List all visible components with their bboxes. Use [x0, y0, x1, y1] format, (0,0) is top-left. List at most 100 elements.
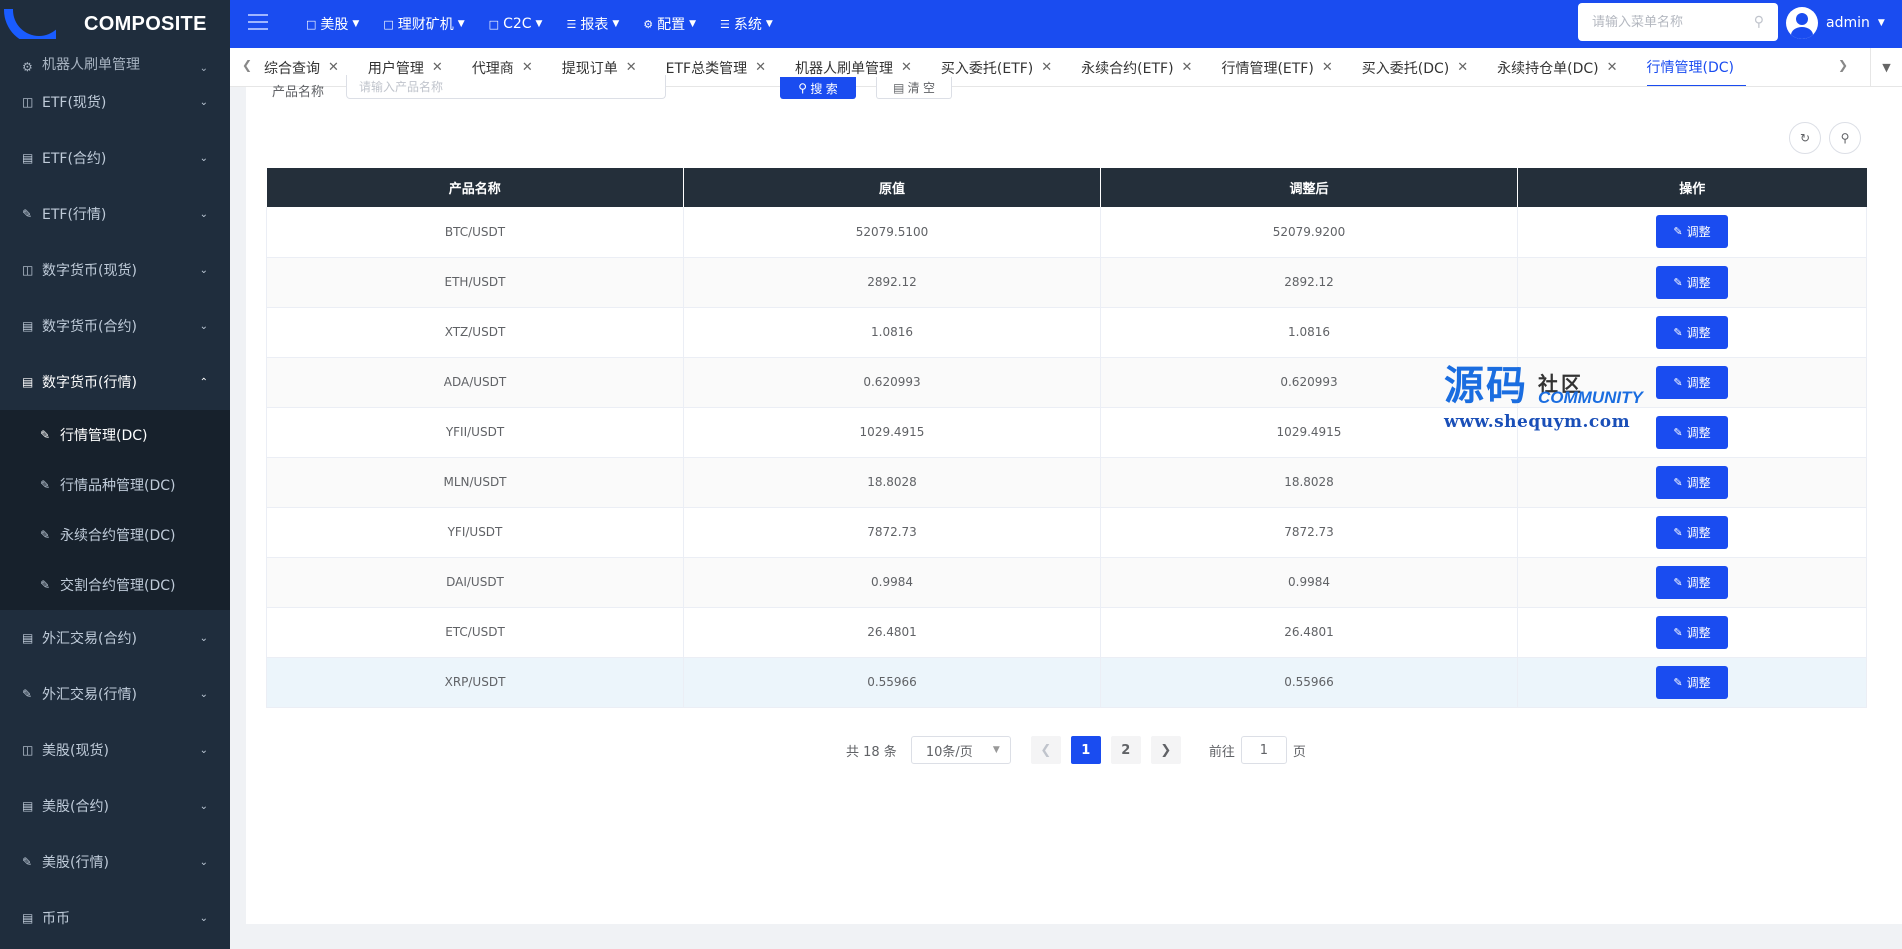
topnav-config[interactable]: ⚙ 配置 ▼: [643, 14, 696, 34]
table-row: YFI/USDT 7872.73 7872.73 ✎ 调整: [266, 507, 1867, 558]
search-icon[interactable]: ⚲: [1754, 14, 1764, 30]
sidebar-item-coin[interactable]: ▤ 币币 ⌄: [0, 890, 230, 946]
cell-adjusted-value: 26.4801: [1100, 607, 1518, 658]
adjust-button[interactable]: ✎ 调整: [1656, 615, 1728, 649]
topnav-system[interactable]: ☰ 系统 ▼: [720, 14, 773, 34]
chevron-down-icon: ⌄: [199, 800, 208, 812]
sidebar-item-dc-market[interactable]: ▤ 数字货币(行情) ⌃: [0, 354, 230, 410]
topnav-c2c[interactable]: □ C2C ▼: [489, 16, 543, 32]
sidebar-subitem-delivery-dc[interactable]: ✎ 交割合约管理(DC): [0, 560, 230, 610]
cell-actions: ✎ 调整: [1517, 407, 1867, 458]
pagination: 共 18 条 10条/页▼ ❮ 1 2 ❯ 前往 页: [846, 736, 1306, 764]
close-icon[interactable]: ✕: [1182, 60, 1193, 75]
page-button-1[interactable]: 1: [1070, 736, 1101, 764]
col-header-product: 产品名称: [266, 168, 684, 207]
adjust-button[interactable]: ✎ 调整: [1656, 315, 1728, 349]
adjust-button[interactable]: ✎ 调整: [1656, 265, 1728, 299]
trash-icon: ▤: [892, 80, 908, 95]
cell-actions: ✎ 调整: [1517, 657, 1867, 708]
col-header-actions: 操作: [1517, 168, 1867, 207]
doc-icon: □: [488, 17, 500, 31]
sidebar-subitem-symbol-dc[interactable]: ✎ 行情品种管理(DC): [0, 460, 230, 510]
sidebar: ⚙ 机器人刷单管理 ⌄ ◫ ETF(现货) ⌄ ▤ ETF(合约) ⌄ ✎ ETF(行情) ⌄ …: [0, 48, 230, 949]
close-icon[interactable]: ✕: [1322, 60, 1333, 75]
page-size-select[interactable]: 10条/页 ▼: [910, 736, 1011, 764]
adjust-button[interactable]: ✎ 调整: [1656, 365, 1728, 399]
tab-perpetual-etf[interactable]: 永续合约(ETF) ✕: [1081, 48, 1204, 86]
sidebar-item-dc-spot[interactable]: ◫ 数字货币(现货) ⌄: [0, 242, 230, 298]
close-icon[interactable]: ✕: [1041, 60, 1052, 75]
sidebar-item-us-contract[interactable]: ▤ 美股(合约) ⌄: [0, 778, 230, 834]
close-icon[interactable]: ✕: [626, 60, 637, 75]
clear-button[interactable]: ▤ 清 空: [876, 77, 952, 99]
close-icon[interactable]: ✕: [1607, 60, 1618, 75]
chevron-down-icon: ▼: [992, 745, 1000, 755]
sidebar-subitem-perpetual-dc[interactable]: ✎ 永续合约管理(DC): [0, 510, 230, 560]
adjust-button[interactable]: ✎ 调整: [1656, 415, 1728, 449]
edit-icon: ✎: [1673, 326, 1683, 339]
chevron-down-icon: ⌄: [199, 152, 208, 164]
sidebar-item-us-spot[interactable]: ◫ 美股(现货) ⌄: [0, 722, 230, 778]
cell-product-name: YFII/USDT: [266, 407, 684, 458]
chevron-left-icon[interactable]: ❮: [242, 58, 252, 72]
sidebar-item-etf-market[interactable]: ✎ ETF(行情) ⌄: [0, 186, 230, 242]
close-icon[interactable]: ✕: [522, 60, 533, 75]
prev-page-button[interactable]: ❮: [1030, 736, 1061, 764]
next-page-button[interactable]: ❯: [1150, 736, 1181, 764]
goto-page-input[interactable]: [1240, 736, 1287, 764]
sidebar-item-us-market[interactable]: ✎ 美股(行情) ⌄: [0, 834, 230, 890]
edit-icon: ✎: [22, 855, 33, 869]
close-icon[interactable]: ✕: [328, 60, 339, 75]
sidebar-item-etf-spot[interactable]: ◫ ETF(现货) ⌄: [0, 74, 230, 130]
close-icon[interactable]: ✕: [1457, 60, 1468, 75]
tab-perpetual-position-dc[interactable]: 永续持仓单(DC) ✕: [1497, 48, 1629, 86]
product-name-input[interactable]: [346, 75, 666, 99]
tab-etf-types[interactable]: ETF总类管理 ✕: [666, 48, 778, 86]
cell-adjusted-value: 7872.73: [1100, 507, 1518, 558]
tabs-dropdown-icon[interactable]: ▼: [1870, 48, 1902, 86]
page-button-2[interactable]: 2: [1110, 736, 1141, 764]
cell-original-value: 0.9984: [683, 557, 1101, 608]
close-icon[interactable]: ✕: [755, 60, 766, 75]
user-name[interactable]: admin: [1826, 15, 1870, 31]
tab-market-dc[interactable]: 行情管理(DC): [1646, 48, 1746, 86]
adjust-button[interactable]: ✎ 调整: [1656, 215, 1728, 249]
sidebar-item-fx-market[interactable]: ✎ 外汇交易(行情) ⌄: [0, 666, 230, 722]
chevron-down-icon: ⌄: [199, 208, 208, 220]
refresh-icon[interactable]: ↻: [1789, 122, 1821, 154]
table-header-row: 产品名称 原值 调整后 操作: [266, 168, 1867, 207]
topnav-mining[interactable]: □ 理财矿机 ▼: [383, 14, 464, 34]
adjust-button[interactable]: ✎ 调整: [1656, 465, 1728, 499]
tab-buy-etf[interactable]: 买入委托(ETF) ✕: [941, 48, 1064, 86]
cell-product-name: XRP/USDT: [266, 657, 684, 708]
avatar[interactable]: [1786, 7, 1818, 39]
sidebar-item-etf-contract[interactable]: ▤ ETF(合约) ⌄: [0, 130, 230, 186]
tab-market-etf[interactable]: 行情管理(ETF) ✕: [1221, 48, 1344, 86]
search-toggle-icon[interactable]: ⚲: [1829, 122, 1861, 154]
cell-actions: ✎ 调整: [1517, 207, 1867, 258]
topnav-reports[interactable]: ☰ 报表 ▼: [566, 14, 619, 34]
adjust-button[interactable]: ✎ 调整: [1656, 515, 1728, 549]
adjust-button[interactable]: ✎ 调整: [1656, 565, 1728, 599]
edit-icon: ✎: [1673, 376, 1683, 389]
edit-icon: ✎: [40, 578, 51, 592]
topnav-us-stocks[interactable]: □ 美股 ▼: [306, 14, 359, 34]
close-icon[interactable]: ✕: [901, 60, 912, 75]
menu-search: ⚲: [1578, 3, 1778, 41]
sidebar-item-fx-contract[interactable]: ▤ 外汇交易(合约) ⌄: [0, 610, 230, 666]
sidebar-subitem-market-dc[interactable]: ✎ 行情管理(DC): [0, 410, 230, 460]
sidebar-item-dc-contract[interactable]: ▤ 数字货币(合约) ⌄: [0, 298, 230, 354]
chevron-right-icon[interactable]: ❯: [1838, 58, 1848, 72]
menu-search-input[interactable]: [1592, 14, 1742, 30]
doc-icon: ▤: [22, 319, 34, 333]
search-button[interactable]: ⚲ 搜 索: [780, 77, 856, 99]
cell-adjusted-value: 52079.9200: [1100, 207, 1518, 258]
close-icon[interactable]: ✕: [432, 60, 443, 75]
hamburger-menu-icon[interactable]: [248, 14, 268, 32]
tab-buy-dc[interactable]: 买入委托(DC) ✕: [1362, 48, 1480, 86]
cell-adjusted-value: 18.8028: [1100, 457, 1518, 508]
table-row: ADA/USDT 0.620993 0.620993 ✎ 调整: [266, 357, 1867, 408]
user-menu[interactable]: admin ▼: [1786, 7, 1885, 39]
adjust-button[interactable]: ✎ 调整: [1656, 665, 1728, 699]
sidebar-item-robot-orders[interactable]: ⚙ 机器人刷单管理 ⌄: [0, 48, 230, 74]
